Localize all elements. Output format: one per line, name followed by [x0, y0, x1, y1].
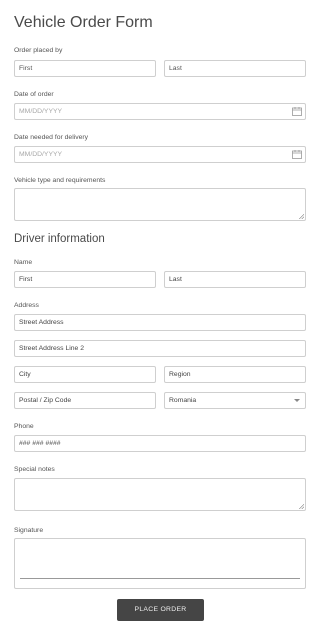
- street-address-line2-input[interactable]: Street Address Line 2: [14, 340, 306, 357]
- driver-info-heading: Driver information: [14, 233, 105, 245]
- phone-label: Phone: [14, 423, 34, 430]
- driver-first-name-input[interactable]: First: [14, 271, 156, 288]
- region-input[interactable]: Region: [164, 366, 306, 383]
- form-title: Vehicle Order Form: [14, 14, 153, 31]
- order-first-name-input[interactable]: First: [14, 60, 156, 77]
- country-select[interactable]: Romania: [164, 392, 306, 409]
- resize-handle-icon[interactable]: [299, 214, 304, 219]
- order-last-name-input[interactable]: Last: [164, 60, 306, 77]
- date-needed-label: Date needed for delivery: [14, 134, 89, 141]
- date-needed-placeholder: MM/DD/YYYY: [19, 151, 63, 158]
- special-notes-textarea[interactable]: [14, 478, 306, 511]
- resize-handle-icon[interactable]: [299, 504, 304, 509]
- calendar-icon[interactable]: [292, 150, 302, 159]
- date-of-order-input[interactable]: MM/DD/YYYY: [14, 103, 306, 120]
- phone-input[interactable]: ### ### ####: [14, 435, 306, 452]
- address-label: Address: [14, 302, 39, 309]
- chevron-down-icon[interactable]: [294, 399, 300, 402]
- date-of-order-label: Date of order: [14, 91, 54, 98]
- signature-line: [20, 578, 300, 579]
- country-select-value: Romania: [169, 397, 197, 404]
- place-order-button[interactable]: PLACE ORDER: [117, 599, 204, 621]
- vehicle-type-textarea[interactable]: [14, 188, 306, 221]
- date-needed-input[interactable]: MM/DD/YYYY: [14, 146, 306, 163]
- signature-label: Signature: [14, 527, 44, 534]
- city-input[interactable]: City: [14, 366, 156, 383]
- order-placed-by-label: Order placed by: [14, 47, 63, 54]
- calendar-icon[interactable]: [292, 107, 302, 116]
- street-address-input[interactable]: Street Address: [14, 314, 306, 331]
- driver-last-name-input[interactable]: Last: [164, 271, 306, 288]
- vehicle-type-label: Vehicle type and requirements: [14, 177, 106, 184]
- signature-pad[interactable]: [14, 538, 306, 589]
- name-label: Name: [14, 259, 33, 266]
- postal-code-input[interactable]: Postal / Zip Code: [14, 392, 156, 409]
- special-notes-label: Special notes: [14, 466, 55, 473]
- date-of-order-placeholder: MM/DD/YYYY: [19, 108, 63, 115]
